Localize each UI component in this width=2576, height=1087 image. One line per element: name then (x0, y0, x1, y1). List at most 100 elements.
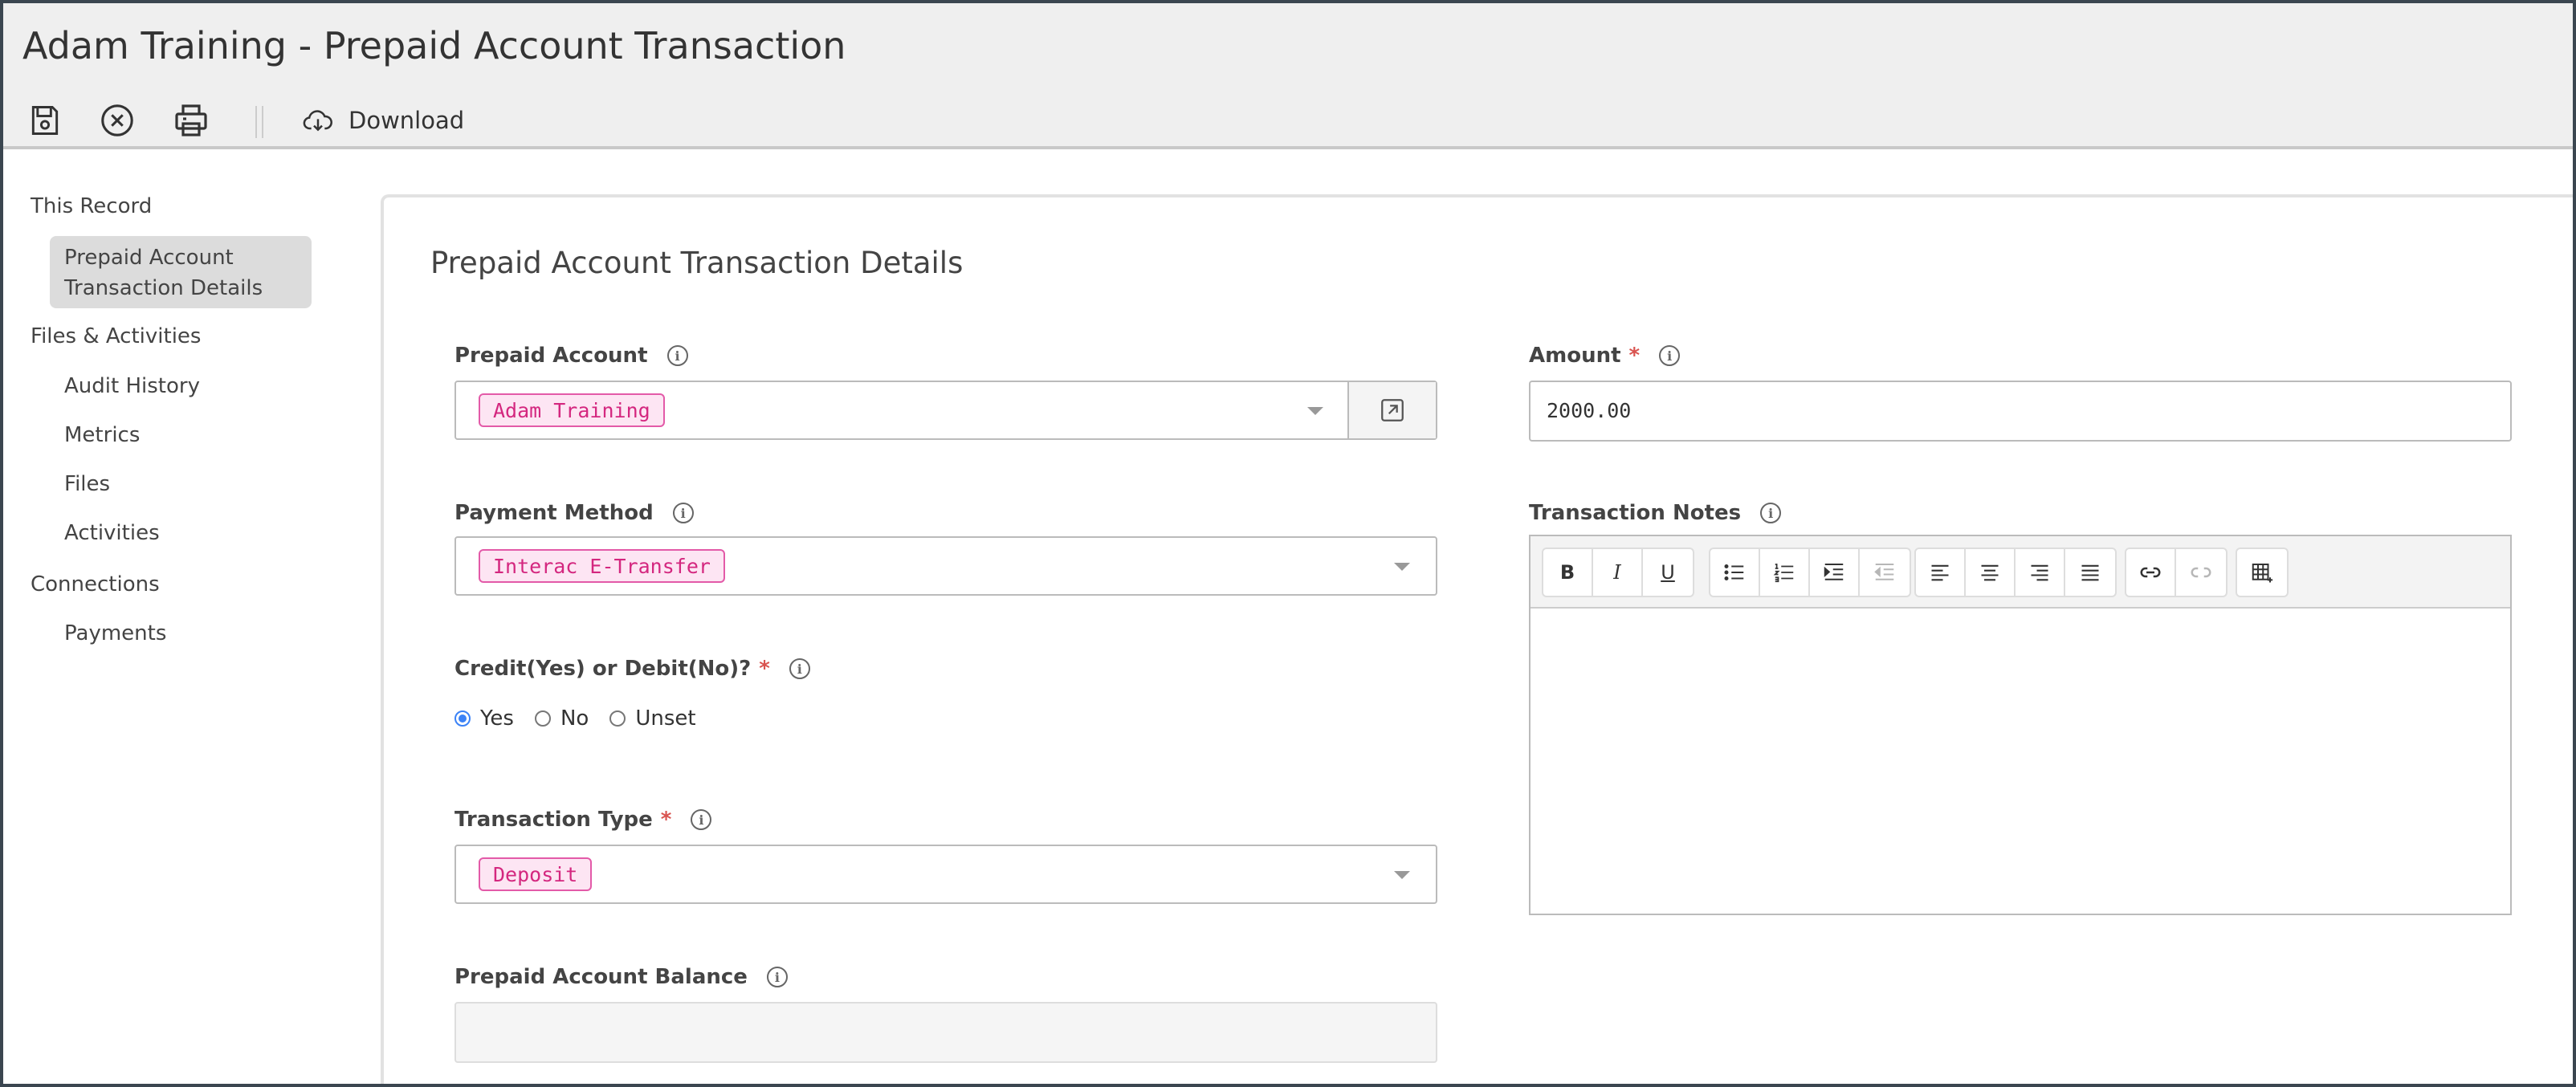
radio-option-unset[interactable]: Unset (609, 706, 696, 731)
numbered-list-button[interactable] (1760, 549, 1810, 596)
align-center-button[interactable] (1966, 549, 2016, 596)
indent-icon (1824, 564, 1844, 580)
sidebar-group-connections: Connections (31, 572, 160, 596)
prepaid-account-tag: Adam Training (479, 393, 665, 427)
bullet-list-icon (1724, 564, 1744, 580)
prepaid-account-label-text: Prepaid Account (454, 344, 648, 368)
prepaid-account-balance-field (454, 1002, 1437, 1063)
transaction-type-select[interactable]: Deposit (454, 845, 1437, 904)
list-group (1709, 548, 1911, 597)
required-asterisk: * (660, 808, 672, 832)
save-button[interactable] (22, 98, 67, 143)
underline-button[interactable]: U (1643, 549, 1693, 596)
unlink-button[interactable] (2176, 549, 2226, 596)
transaction-type-tag: Deposit (479, 857, 593, 891)
unlink-icon (2191, 567, 2211, 578)
bold-button[interactable]: B (1543, 549, 1593, 596)
italic-button[interactable]: I (1593, 549, 1643, 596)
chevron-down-icon (1394, 871, 1410, 879)
page-title: Adam Training - Prepaid Account Transact… (22, 24, 846, 67)
sidebar-item-metrics[interactable]: Metrics (64, 423, 140, 447)
align-right-icon (2031, 564, 2048, 581)
radio-yes-label: Yes (480, 706, 514, 731)
main-panel: Prepaid Account Transaction Details Prep… (381, 194, 2573, 1084)
chevron-down-icon (1394, 563, 1410, 571)
cloud-download-icon (303, 110, 332, 132)
info-icon: i (1659, 345, 1681, 366)
link-icon (2140, 567, 2161, 578)
info-icon: i (1760, 503, 1782, 523)
align-left-icon (1931, 564, 1949, 581)
outdent-icon (1874, 564, 1894, 580)
prepaid-account-balance-label: Prepaid Account Balance i (454, 965, 788, 989)
toolbar-separator (255, 106, 263, 138)
transaction-notes-label: Transaction Notes i (1529, 501, 1782, 525)
sidebar-group-files-activities: Files & Activities (31, 324, 202, 348)
required-asterisk: * (759, 657, 770, 681)
header: Adam Training - Prepaid Account Transact… (3, 3, 2573, 149)
radio-option-yes[interactable]: Yes (454, 706, 514, 731)
info-icon: i (672, 503, 694, 523)
numbered-list-icon (1773, 564, 1794, 583)
section-title: Prepaid Account Transaction Details (430, 246, 964, 280)
credit-debit-label: Credit(Yes) or Debit(No)? * i (454, 657, 810, 681)
info-icon: i (666, 345, 688, 366)
sidebar: This Record Prepaid Account Transaction … (3, 149, 357, 1084)
align-center-icon (1981, 564, 1999, 581)
payment-method-label-text: Payment Method (454, 501, 654, 525)
radio-unset-label: Unset (635, 706, 696, 731)
sidebar-item-activities[interactable]: Activities (64, 521, 160, 545)
app-window: Adam Training - Prepaid Account Transact… (3, 3, 2573, 1084)
transaction-type-label-text: Transaction Type (454, 808, 653, 832)
info-icon: i (691, 809, 712, 830)
sidebar-group-this-record: This Record (31, 194, 153, 218)
external-link-icon (1381, 399, 1404, 421)
payment-method-tag: Interac E-Transfer (479, 549, 725, 583)
align-justify-button[interactable] (2065, 549, 2115, 596)
download-button[interactable]: Download (302, 98, 464, 143)
insert-table-button[interactable] (2237, 549, 2287, 596)
print-button[interactable] (169, 98, 214, 143)
align-right-button[interactable] (2016, 549, 2065, 596)
insert-link-button[interactable] (2126, 549, 2176, 596)
payment-method-label: Payment Method i (454, 501, 694, 525)
prepaid-account-balance-label-text: Prepaid Account Balance (454, 965, 748, 989)
prepaid-account-select[interactable]: Adam Training (454, 381, 1437, 440)
transaction-notes-label-text: Transaction Notes (1529, 501, 1742, 525)
sidebar-item-audit-history[interactable]: Audit History (64, 374, 200, 398)
table-icon (2252, 564, 2273, 583)
transaction-notes-editor[interactable]: B I U (1529, 535, 2512, 915)
credit-debit-label-text: Credit(Yes) or Debit(No)? (454, 657, 752, 681)
radio-unset[interactable] (609, 710, 626, 727)
cancel-button[interactable] (95, 98, 140, 143)
align-left-button[interactable] (1916, 549, 1966, 596)
table-group (2236, 548, 2289, 597)
transaction-type-label: Transaction Type * i (454, 808, 712, 832)
amount-label: Amount * i (1529, 344, 1681, 368)
radio-no-label: No (560, 706, 589, 731)
prepaid-account-label: Prepaid Account i (454, 344, 688, 368)
amount-input[interactable]: 2000.00 (1529, 381, 2512, 442)
info-icon: i (766, 967, 788, 987)
editor-toolbar: B I U (1531, 536, 2510, 609)
sidebar-item-files[interactable]: Files (64, 472, 110, 496)
download-label: Download (348, 107, 465, 134)
chevron-down-icon (1307, 407, 1323, 415)
payment-method-select[interactable]: Interac E-Transfer (454, 536, 1437, 596)
indent-button[interactable] (1810, 549, 1860, 596)
radio-no[interactable] (534, 710, 551, 727)
radio-yes[interactable] (454, 710, 471, 727)
info-icon: i (789, 658, 810, 679)
required-asterisk: * (1628, 344, 1641, 368)
outdent-button[interactable] (1860, 549, 1910, 596)
save-icon (31, 106, 59, 135)
printer-icon (175, 104, 207, 136)
sidebar-item-payments[interactable]: Payments (64, 621, 166, 645)
align-justify-icon (2081, 564, 2099, 581)
open-record-button[interactable] (1347, 382, 1436, 438)
link-group (2125, 548, 2228, 597)
radio-option-no[interactable]: No (534, 706, 589, 731)
sidebar-item-prepaid-account-transaction-details[interactable]: Prepaid Account Transaction Details (50, 236, 312, 308)
bullet-list-button[interactable] (1710, 549, 1760, 596)
text-format-group: B I U (1542, 548, 1694, 597)
